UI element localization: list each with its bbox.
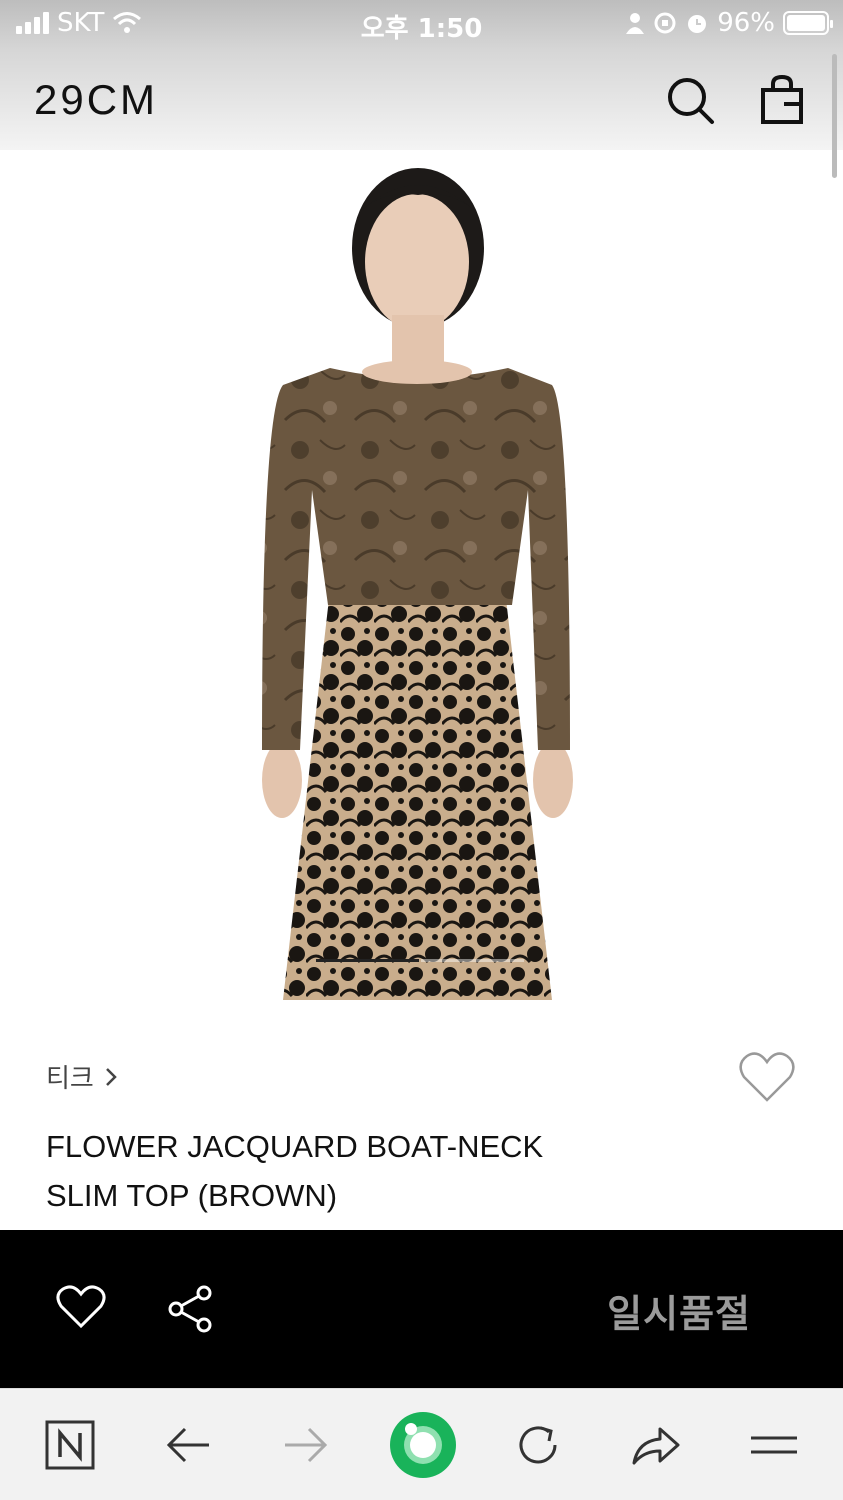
refresh-button[interactable] xyxy=(508,1415,568,1475)
menu-button[interactable] xyxy=(744,1415,804,1475)
rotation-lock-icon xyxy=(654,12,676,34)
product-image-carousel[interactable] xyxy=(0,150,843,1000)
arrow-left-icon xyxy=(166,1427,209,1463)
arrow-right-icon xyxy=(285,1427,328,1463)
hamburger-icon xyxy=(751,1436,797,1454)
naver-home-button[interactable] xyxy=(40,1415,100,1475)
green-dot-icon xyxy=(390,1412,456,1478)
product-photo xyxy=(262,168,573,1000)
shopping-bag-icon[interactable] xyxy=(754,72,810,128)
carousel-indicator xyxy=(316,959,526,962)
carousel-dot-1[interactable] xyxy=(316,959,419,962)
battery-icon xyxy=(783,11,833,35)
app-screen: SKT 오후 1:50 96% 29CM 티크 FLOWER JACQUARD … xyxy=(0,0,843,1500)
naver-n-icon xyxy=(45,1420,95,1470)
person-icon xyxy=(626,13,645,34)
logo[interactable]: 29CM xyxy=(34,76,158,124)
wishlist-heart-icon[interactable] xyxy=(738,1050,796,1104)
share-icon[interactable] xyxy=(166,1284,214,1334)
status-right: 96% xyxy=(625,8,833,38)
scrollbar[interactable] xyxy=(832,54,837,178)
soldout-status-button[interactable]: 일시품절 xyxy=(607,1283,751,1338)
browser-toolbar xyxy=(0,1388,843,1500)
product-title-line2: SLIM TOP (BROWN) xyxy=(46,1178,338,1213)
product-title-line1: FLOWER JACQUARD BOAT-NECK xyxy=(46,1129,544,1164)
purchase-action-bar: 일시품절 xyxy=(0,1230,843,1388)
share-arrow-icon xyxy=(632,1427,680,1465)
back-button[interactable] xyxy=(158,1415,218,1475)
status-bar: SKT 오후 1:50 96% xyxy=(0,0,843,50)
battery-percent: 96% xyxy=(717,8,775,38)
app-header: 29CM xyxy=(0,50,843,150)
share-page-button[interactable] xyxy=(626,1415,686,1475)
green-dot-button[interactable] xyxy=(388,1410,458,1480)
brand-name: 티크 xyxy=(46,1064,94,1094)
alarm-icon xyxy=(688,15,707,33)
brand-link[interactable]: 티크 xyxy=(46,1058,118,1095)
like-heart-icon[interactable] xyxy=(56,1284,106,1330)
forward-button[interactable] xyxy=(276,1415,336,1475)
refresh-icon xyxy=(519,1426,557,1464)
search-icon[interactable] xyxy=(662,72,718,128)
chevron-right-icon xyxy=(105,1067,117,1086)
product-title: FLOWER JACQUARD BOAT-NECK SLIM TOP (BROW… xyxy=(46,1122,666,1220)
carousel-dot-2[interactable] xyxy=(421,959,524,962)
